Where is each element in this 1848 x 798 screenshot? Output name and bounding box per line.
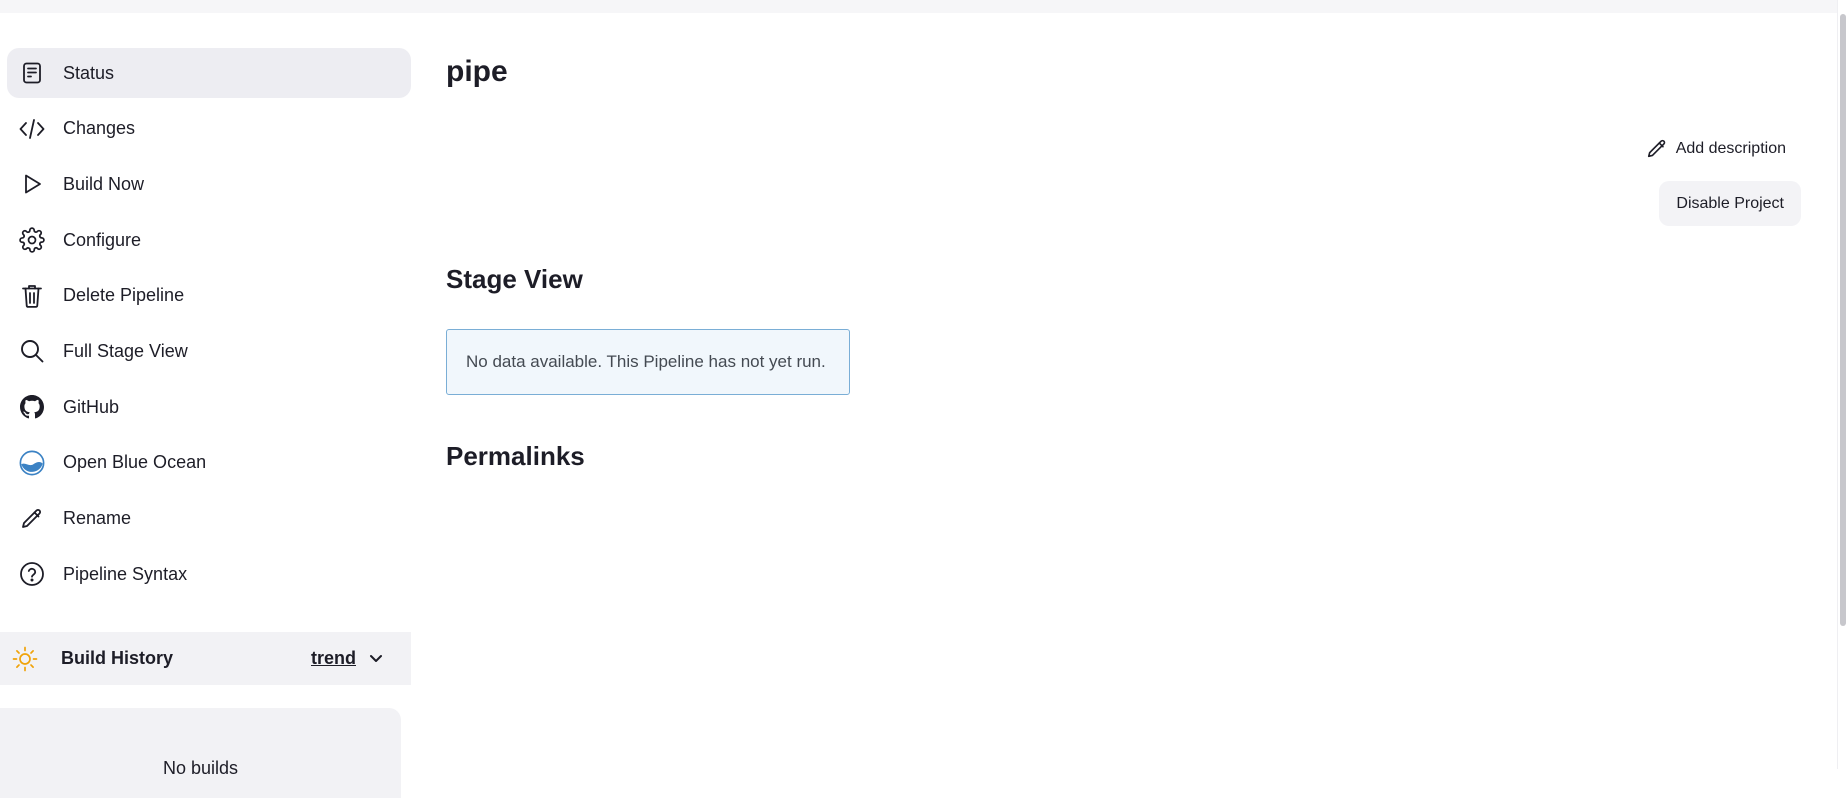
sidebar-item-open-blue-ocean[interactable]: Open Blue Ocean bbox=[7, 438, 411, 488]
sidebar-item-rename[interactable]: Rename bbox=[7, 494, 411, 544]
sidebar-item-label: Rename bbox=[63, 508, 132, 528]
sidebar-item-label: Delete Pipeline bbox=[63, 285, 185, 306]
trash-icon bbox=[19, 283, 45, 309]
github-icon bbox=[19, 394, 45, 420]
sidebar: Status Changes Build Now Configure Delet bbox=[0, 13, 411, 798]
page-title: pipe bbox=[446, 55, 508, 88]
add-description-label: Add description bbox=[1675, 140, 1786, 157]
main-content: pipe Add description Disable Project Sta… bbox=[446, 0, 1836, 769]
sidebar-item-label: Changes bbox=[63, 118, 136, 139]
sidebar-item-build-now[interactable]: Build Now bbox=[7, 159, 411, 209]
sidebar-item-github[interactable]: GitHub bbox=[7, 382, 411, 432]
stage-view-notice: No data available. This Pipeline has not… bbox=[446, 329, 850, 395]
sidebar-item-delete-pipeline[interactable]: Delete Pipeline bbox=[7, 271, 411, 321]
sidebar-item-full-stage-view[interactable]: Full Stage View bbox=[7, 326, 411, 376]
search-icon bbox=[19, 338, 45, 364]
sidebar-item-label: GitHub bbox=[63, 396, 120, 417]
sidebar-item-pipeline-syntax[interactable]: Pipeline Syntax bbox=[7, 549, 411, 599]
add-description-link[interactable]: Add description bbox=[1646, 138, 1786, 160]
code-icon bbox=[19, 116, 45, 142]
sidebar-item-status[interactable]: Status bbox=[7, 48, 411, 98]
sun-icon bbox=[12, 646, 38, 672]
scrollbar-thumb[interactable] bbox=[1840, 14, 1846, 626]
sidebar-item-label: Full Stage View bbox=[63, 340, 188, 361]
sidebar-item-label: Pipeline Syntax bbox=[63, 563, 188, 584]
build-history-list: No builds bbox=[0, 708, 401, 798]
sidebar-nav: Status Changes Build Now Configure Delet bbox=[7, 48, 411, 605]
sidebar-item-label: Configure bbox=[63, 229, 142, 250]
sidebar-item-changes[interactable]: Changes bbox=[7, 104, 411, 154]
sidebar-item-configure[interactable]: Configure bbox=[7, 215, 411, 265]
build-history-header: Build History trend bbox=[0, 632, 411, 685]
disable-project-button[interactable]: Disable Project bbox=[1659, 181, 1801, 226]
help-icon bbox=[19, 561, 45, 587]
pencil-icon bbox=[1646, 138, 1668, 160]
sidebar-item-label: Build Now bbox=[63, 173, 145, 194]
gear-icon bbox=[19, 227, 45, 253]
blue-ocean-icon bbox=[19, 450, 45, 476]
sidebar-item-label: Open Blue Ocean bbox=[63, 452, 207, 473]
play-icon bbox=[19, 171, 45, 197]
sidebar-item-label: Status bbox=[63, 62, 115, 83]
pencil-icon bbox=[19, 506, 45, 532]
status-document-icon bbox=[19, 60, 45, 86]
stage-view-heading: Stage View bbox=[446, 264, 583, 294]
trend-link[interactable]: trend bbox=[311, 648, 356, 669]
build-history-title: Build History bbox=[61, 648, 174, 668]
chevron-down-icon[interactable] bbox=[366, 648, 386, 668]
vertical-scrollbar[interactable] bbox=[1837, 0, 1848, 769]
permalinks-heading: Permalinks bbox=[446, 441, 585, 471]
